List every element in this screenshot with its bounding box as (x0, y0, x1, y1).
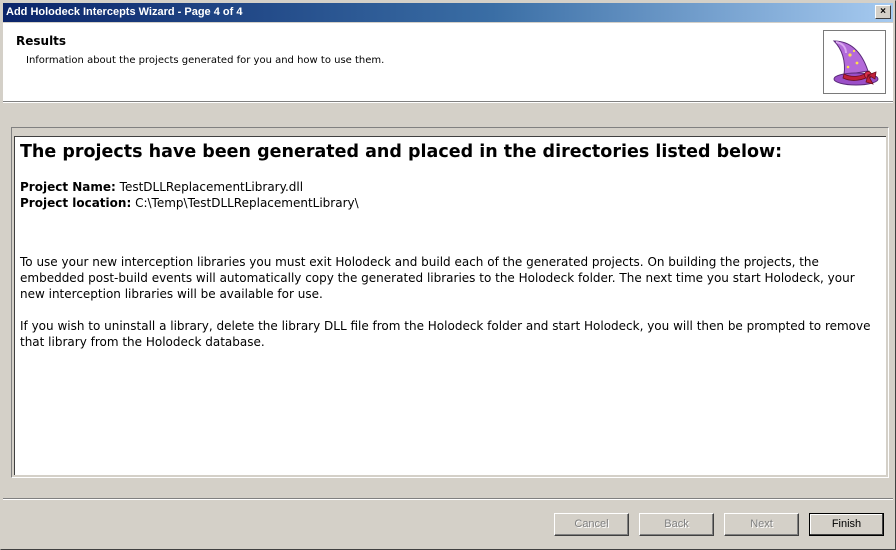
wizard-hat-icon (823, 30, 886, 94)
footer-separator (3, 498, 893, 500)
usage-paragraph: To use your new interception libraries y… (20, 255, 855, 301)
project-location-label: Project location: (20, 196, 132, 210)
project-name-row: Project Name: TestDLLReplacementLibrary.… (20, 179, 881, 195)
close-icon: × (880, 6, 886, 17)
close-button[interactable]: × (875, 5, 891, 19)
header-separator (3, 101, 893, 103)
next-button[interactable]: Next (724, 513, 799, 536)
results-text-area[interactable]: The projects have been generated and pla… (14, 136, 886, 475)
project-name-label: Project Name: (20, 180, 116, 194)
uninstall-paragraph: If you wish to uninstall a library, dele… (20, 319, 871, 349)
wizard-header: Results Information about the projects g… (3, 23, 893, 101)
page-subtitle: Information about the projects generated… (26, 55, 385, 66)
window-title: Add Holodeck Intercepts Wizard - Page 4 … (6, 6, 243, 18)
results-panel: The projects have been generated and pla… (11, 127, 889, 478)
page-title: Results (16, 34, 67, 48)
back-button[interactable]: Back (639, 513, 714, 536)
cancel-button[interactable]: Cancel (554, 513, 629, 536)
project-location-value: C:\Temp\TestDLLReplacementLibrary\ (135, 196, 359, 210)
title-bar[interactable]: Add Holodeck Intercepts Wizard - Page 4 … (3, 3, 893, 22)
finish-button[interactable]: Finish (809, 513, 884, 536)
project-name-value: TestDLLReplacementLibrary.dll (119, 180, 304, 194)
results-heading: The projects have been generated and pla… (20, 142, 783, 162)
wizard-window: Add Holodeck Intercepts Wizard - Page 4 … (0, 0, 896, 550)
project-location-row: Project location: C:\Temp\TestDLLReplace… (20, 195, 881, 211)
